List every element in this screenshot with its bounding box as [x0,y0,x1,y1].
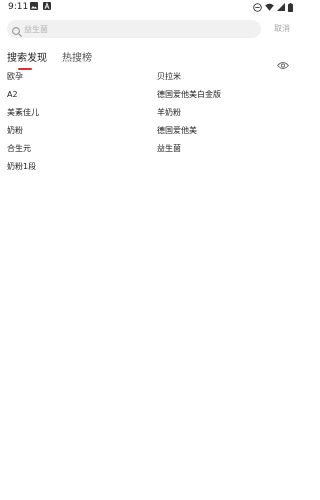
search-row: 取消 [7,20,293,40]
keyword-item[interactable]: 奶粉1段 [7,161,36,173]
status-notification-icons [30,2,51,12]
keyword-item[interactable]: 欧孕 [7,71,23,83]
signal-icon [277,3,285,11]
keyword-item[interactable]: 合生元 [7,143,31,155]
status-time: 9:11 [8,2,29,12]
keyword-item[interactable]: 奶粉 [7,125,23,137]
keyword-item[interactable]: 美素佳儿 [7,107,39,119]
active-tab-indicator [18,68,32,70]
tab-hot-search[interactable]: 热搜榜 [62,52,92,66]
keyword-item[interactable]: 德国爱他美 [157,125,197,137]
battery-icon [288,2,293,12]
search-input[interactable] [24,20,249,38]
tab-search-discover[interactable]: 搜索发现 [7,52,47,66]
keyword-item[interactable]: A2 [7,89,18,101]
cancel-button[interactable]: 取消 [274,22,290,36]
status-bar: 9:11 [0,0,300,14]
search-box[interactable] [7,20,261,38]
keyword-item[interactable]: 益生菌 [157,143,181,155]
search-icon [11,23,23,37]
image-notification-icon [30,2,38,12]
do-not-disturb-icon [253,2,262,12]
app-a-notification-icon [43,2,51,12]
tab-bar: 搜索发现 热搜榜 [7,52,293,72]
eye-icon[interactable] [276,55,290,69]
keyword-item[interactable]: 贝拉米 [157,71,181,83]
status-system-icons [253,2,293,12]
wifi-icon [265,3,274,11]
keyword-item[interactable]: 羊奶粉 [157,107,181,119]
keyword-item[interactable]: 德国爱他美白金版 [157,89,221,101]
